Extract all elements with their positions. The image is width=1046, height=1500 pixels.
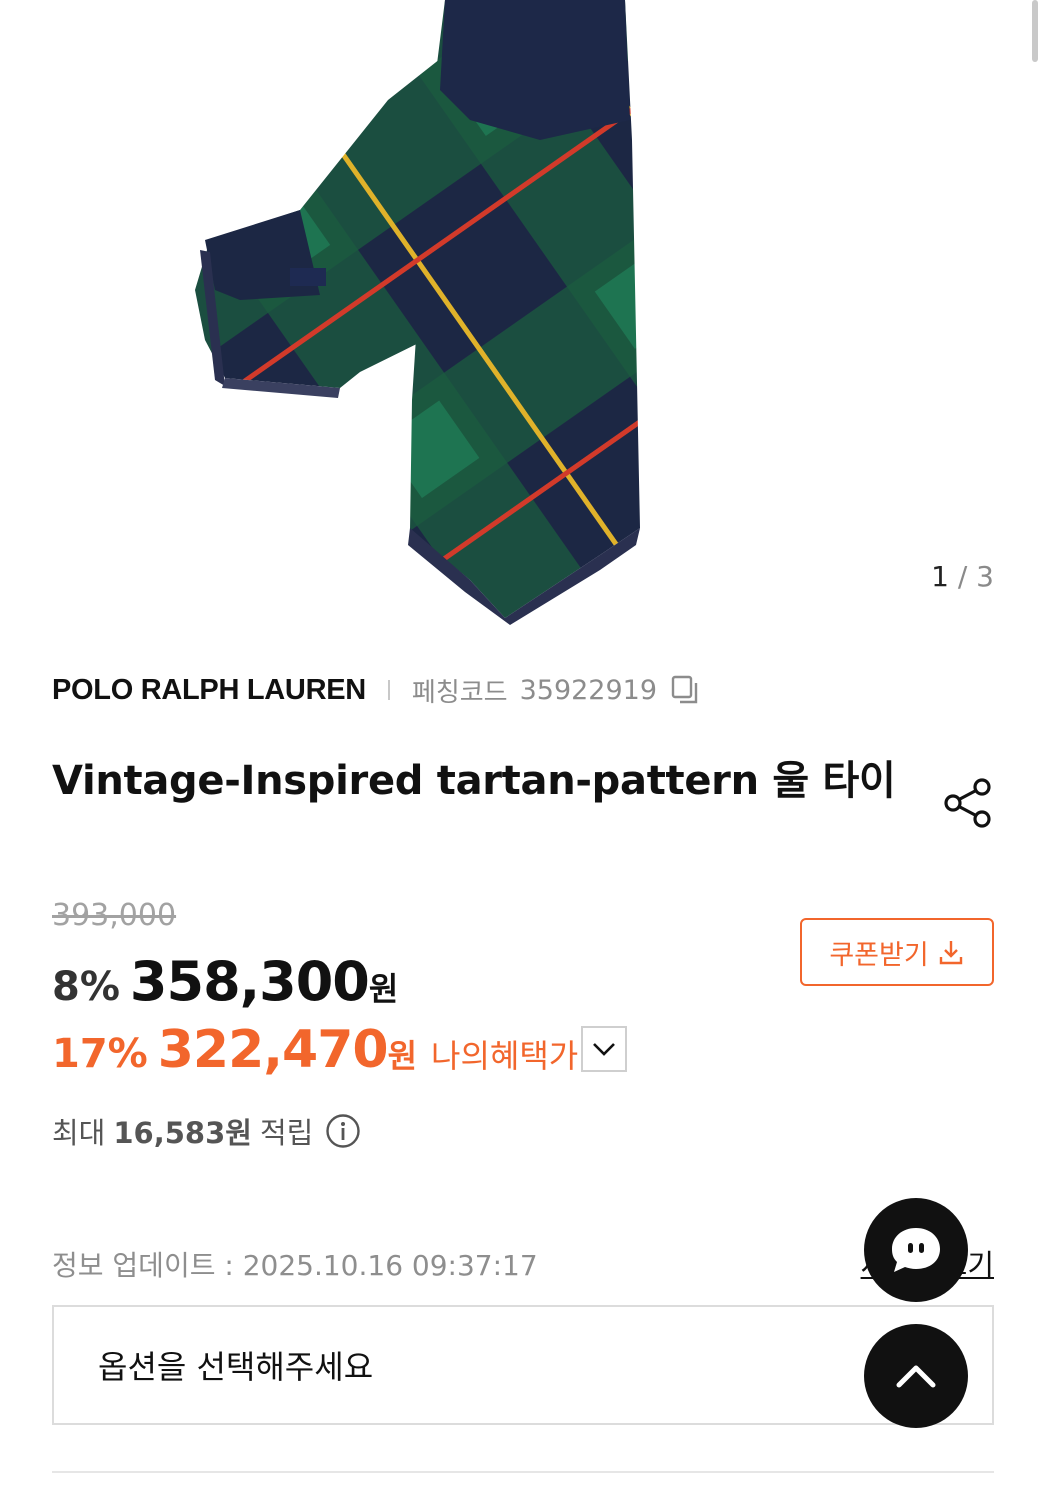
benefit-price-row: 17% 322,470 원 나의혜택가: [52, 1020, 578, 1080]
points-row: 최대 16,583원 적립: [52, 1110, 361, 1152]
chat-button[interactable]: [864, 1198, 968, 1302]
original-price: 393,000: [52, 898, 177, 933]
option-select[interactable]: 옵션을 선택해주세요: [52, 1305, 994, 1425]
sale-price-currency: 원: [368, 970, 399, 1008]
copy-icon[interactable]: [671, 675, 699, 705]
divider: [52, 1471, 994, 1473]
benefit-price-currency: 원: [387, 1037, 418, 1075]
product-code-label: 페칭코드: [411, 677, 508, 708]
scroll-to-top-button[interactable]: [864, 1324, 968, 1428]
benefit-price: 322,470: [157, 1020, 389, 1080]
points-suffix: 적립: [259, 1116, 314, 1150]
brand-row: POLO RALPH LAUREN 페칭코드 35922919: [52, 670, 699, 710]
image-counter-current: 1: [931, 560, 949, 593]
coupon-button[interactable]: 쿠폰받기: [800, 918, 994, 986]
sale-price: 358,300: [129, 950, 370, 1013]
info-icon[interactable]: [325, 1113, 361, 1149]
chevron-down-icon: [593, 1043, 615, 1056]
points-prefix: 최대: [52, 1116, 106, 1150]
product-title: Vintage-Inspired tartan-pattern 울 타이: [52, 758, 896, 804]
discount-rate: 8%: [52, 964, 120, 1010]
benefit-toggle-button[interactable]: [581, 1026, 627, 1072]
product-code-value: 35922919: [519, 674, 658, 706]
image-counter: 1 / 3: [931, 560, 994, 593]
download-icon: [939, 941, 962, 965]
share-icon[interactable]: [942, 776, 994, 830]
benefit-label: 나의혜택가: [431, 1037, 579, 1075]
divider: [387, 680, 390, 700]
product-image[interactable]: [0, 0, 1046, 640]
points-value: 16,583원: [113, 1116, 252, 1150]
chat-icon: [892, 1228, 940, 1272]
arrow-up-icon: [896, 1365, 936, 1388]
brand-name[interactable]: POLO RALPH LAUREN: [52, 674, 366, 707]
benefit-discount-rate: 17%: [52, 1031, 148, 1077]
info-update-text: 정보 업데이트 : 2025.10.16 09:37:17: [52, 1249, 538, 1282]
option-select-placeholder: 옵션을 선택해주세요: [98, 1348, 374, 1386]
sale-price-row: 8% 358,300 원: [52, 950, 398, 1013]
image-counter-separator: /: [957, 560, 968, 593]
image-counter-total: 3: [976, 560, 994, 593]
coupon-button-label: 쿠폰받기: [829, 939, 929, 971]
